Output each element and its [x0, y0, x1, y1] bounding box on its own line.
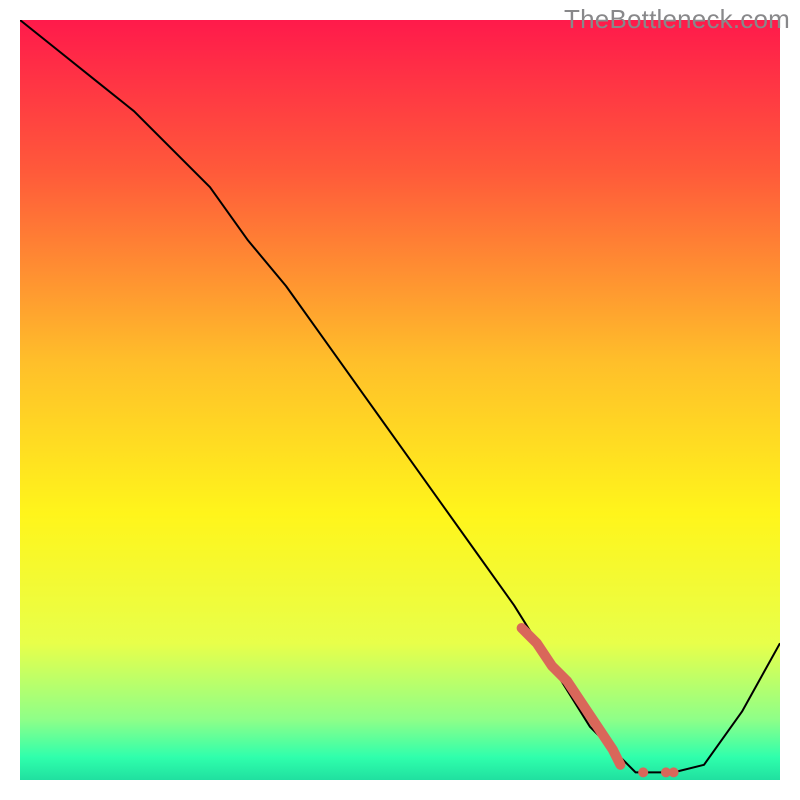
watermark-text: TheBottleneck.com	[564, 4, 790, 35]
gradient-background	[20, 20, 780, 780]
bottleneck-chart	[20, 20, 780, 780]
highlight-dot	[638, 767, 648, 777]
highlight-dot	[669, 767, 679, 777]
chart-container: TheBottleneck.com	[0, 0, 800, 800]
